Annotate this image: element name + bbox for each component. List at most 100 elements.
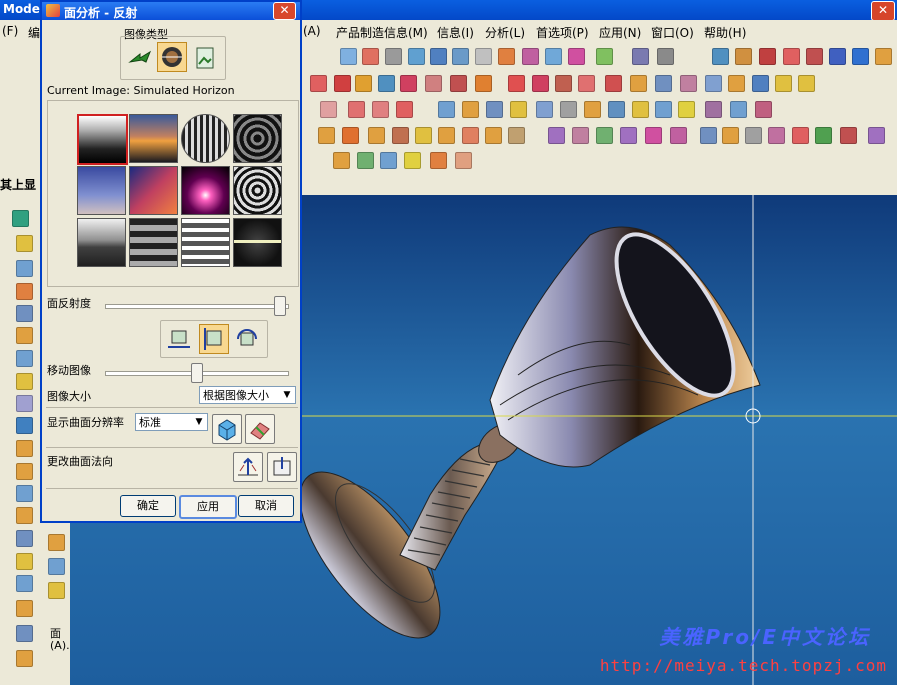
helix-icon[interactable] [680, 75, 697, 92]
feature-icon[interactable] [48, 534, 65, 551]
tube-icon[interactable] [510, 101, 527, 118]
edit-feature-icon[interactable] [333, 152, 350, 169]
bar-icon[interactable] [16, 417, 33, 434]
point-icon[interactable] [355, 75, 372, 92]
cube-view-icon[interactable] [545, 48, 562, 65]
spline-icon[interactable] [475, 75, 492, 92]
thumb-concentric-rings[interactable] [233, 166, 282, 215]
blend-icon[interactable] [755, 101, 772, 118]
section-icon[interactable] [759, 48, 776, 65]
move-horizontal-button[interactable] [165, 325, 193, 353]
n-sided-icon[interactable] [645, 127, 662, 144]
revolve-icon[interactable] [462, 101, 479, 118]
measure-icon[interactable] [806, 48, 823, 65]
ok-button[interactable]: 确定 [120, 495, 176, 517]
move-vertical-button[interactable] [199, 324, 229, 354]
thumb-grey-landscape[interactable] [77, 218, 126, 267]
window-icon[interactable] [385, 48, 402, 65]
suppress-icon[interactable] [404, 152, 421, 169]
boss-icon[interactable] [560, 101, 577, 118]
menu-assemblies[interactable]: (A) [303, 24, 321, 38]
brush-icon[interactable] [798, 75, 815, 92]
thumb-dark-rings[interactable] [233, 114, 282, 163]
move-image-thumb[interactable] [191, 363, 203, 383]
shaded-icon[interactable] [596, 48, 613, 65]
trim-icon[interactable] [532, 75, 549, 92]
line-cross-icon[interactable] [334, 75, 351, 92]
vda-icon[interactable] [829, 48, 846, 65]
dialog-close-button[interactable]: ✕ [273, 2, 296, 20]
face-reflectivity-thumb[interactable] [273, 296, 286, 316]
rotate-icon[interactable] [452, 48, 469, 65]
assembly-nav-icon[interactable] [16, 235, 33, 252]
view-icon[interactable] [340, 48, 357, 65]
trim-body-icon[interactable] [392, 127, 409, 144]
app-close-button[interactable]: ✕ [871, 1, 895, 21]
clip-icon[interactable] [783, 48, 800, 65]
thumb-gray-bands[interactable] [129, 218, 178, 267]
apply-button[interactable]: 应用 [179, 495, 237, 519]
sweep-icon[interactable] [486, 101, 503, 118]
thumb-room-lines[interactable] [181, 114, 230, 163]
reuse-icon[interactable] [16, 373, 33, 390]
groove-2-icon[interactable] [16, 575, 33, 592]
pocket-icon[interactable] [584, 101, 601, 118]
sew-icon[interactable] [485, 127, 502, 144]
palette-icon[interactable] [16, 327, 33, 344]
feature-3-icon[interactable] [48, 582, 65, 599]
global-shape-icon[interactable] [815, 127, 832, 144]
face-reflectivity-track[interactable] [105, 304, 289, 309]
thumb-sunset[interactable] [129, 114, 178, 163]
ellipse-icon[interactable] [348, 101, 365, 118]
edit-params-icon[interactable] [357, 152, 374, 169]
rotate-image-button[interactable] [233, 325, 261, 353]
mirror-icon[interactable] [462, 127, 479, 144]
spiral-icon[interactable] [522, 48, 539, 65]
wedge-icon[interactable] [16, 485, 33, 502]
analysis-icon[interactable] [852, 48, 869, 65]
roles-icon[interactable] [16, 305, 33, 322]
plane-icon[interactable] [378, 75, 395, 92]
menu-edit[interactable]: 编 [28, 24, 40, 41]
history-icon[interactable] [16, 283, 33, 300]
pencil-icon[interactable] [775, 75, 792, 92]
cylinder-icon[interactable] [16, 395, 33, 412]
sketch-icon[interactable] [425, 75, 442, 92]
replay-icon[interactable] [455, 152, 472, 169]
slot-icon[interactable] [632, 101, 649, 118]
surface-settings-button[interactable] [245, 414, 275, 444]
image-size-select[interactable]: 根据图像大小 ▼ [199, 386, 296, 404]
magnify-icon[interactable] [430, 48, 447, 65]
trimmed-sheet-icon[interactable] [792, 127, 809, 144]
through-curves-icon[interactable] [572, 127, 589, 144]
menu-analysis[interactable]: 分析(L) [485, 24, 525, 41]
reverse-normal-button[interactable] [233, 452, 263, 482]
templates-icon[interactable] [16, 350, 33, 367]
thumb-gray-stripes[interactable] [181, 218, 230, 267]
thumb-simulated-horizon[interactable] [77, 114, 128, 165]
offset-icon[interactable] [508, 75, 525, 92]
box-icon[interactable] [16, 440, 33, 457]
center-icon[interactable] [396, 101, 413, 118]
chamfer-icon[interactable] [728, 75, 745, 92]
feature-2-icon[interactable] [48, 558, 65, 575]
text-icon[interactable] [752, 75, 769, 92]
color-icon[interactable] [875, 48, 892, 65]
menu-file[interactable]: (F) [2, 24, 18, 38]
web-icon[interactable] [16, 260, 33, 277]
shape-icon[interactable] [16, 530, 33, 547]
pan-icon[interactable] [475, 48, 492, 65]
draft-icon[interactable] [730, 101, 747, 118]
project-icon[interactable] [578, 75, 595, 92]
block-icon[interactable] [16, 463, 33, 480]
pocket-2-icon[interactable] [16, 600, 33, 617]
menu-pmi[interactable]: 产品制造信息(M) [336, 24, 428, 41]
image-type-file-button[interactable] [191, 43, 221, 73]
boss-2-icon[interactable] [16, 650, 33, 667]
thumb-magenta-glow[interactable] [181, 166, 230, 215]
fillet-curve-icon[interactable] [705, 75, 722, 92]
layer-icon[interactable] [712, 48, 729, 65]
thumb-blue-sky[interactable] [77, 166, 126, 215]
thread-icon[interactable] [705, 101, 722, 118]
extend-icon[interactable] [555, 75, 572, 92]
